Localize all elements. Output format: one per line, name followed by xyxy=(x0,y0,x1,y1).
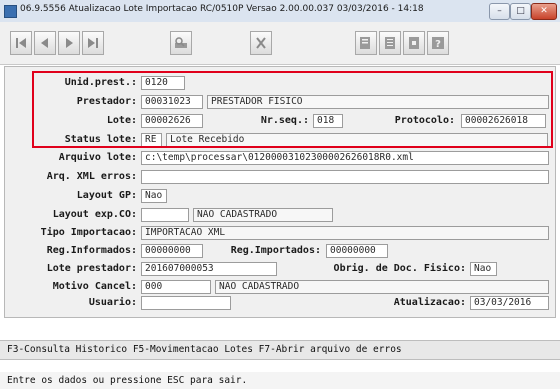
usuario-field[interactable] xyxy=(141,296,231,310)
atualizacao-label: Atualizacao: xyxy=(393,297,466,308)
arquivo-lote-field[interactable]: c:\temp\processar\0120000310230000262601… xyxy=(141,151,549,165)
lookup-icon xyxy=(175,37,187,48)
layout-exp-co-code-field[interactable] xyxy=(141,208,189,222)
layout-exp-co-label: Layout exp.CO: xyxy=(52,209,137,220)
window-title: 06.9.5556 Atualizacao Lote Importacao RC… xyxy=(20,4,424,14)
arquivo-lote-label: Arquivo lote: xyxy=(58,152,137,163)
previous-record-icon xyxy=(41,38,48,48)
reg-informados-label: Reg.Informados: xyxy=(46,245,137,256)
layout-gp-label: Layout GP: xyxy=(76,190,137,201)
next-record-icon xyxy=(66,38,73,48)
lookup-button[interactable] xyxy=(170,31,192,55)
app-icon xyxy=(4,5,17,18)
first-record-button[interactable] xyxy=(10,31,32,55)
help-button[interactable]: ? xyxy=(427,31,449,55)
arq-xml-erros-field[interactable] xyxy=(141,170,549,184)
motivo-cancel-desc-field: NAO CADASTRADO xyxy=(215,280,549,294)
minimize-button[interactable]: – xyxy=(489,3,510,20)
tipo-importacao-label: Tipo Importacao: xyxy=(40,227,137,238)
title-bar: 06.9.5556 Atualizacao Lote Importacao RC… xyxy=(0,0,560,23)
motivo-cancel-code-field[interactable]: 000 xyxy=(141,280,211,294)
last-record-icon xyxy=(88,38,98,48)
motivo-cancel-label: Motivo Cancel: xyxy=(52,281,137,292)
help-icon: ? xyxy=(432,37,444,50)
usuario-label: Usuario: xyxy=(88,297,137,308)
atualizacao-field[interactable]: 03/03/2016 xyxy=(470,296,549,310)
cancel-button[interactable] xyxy=(250,31,272,55)
exit-button[interactable] xyxy=(403,31,425,55)
tipo-importacao-field: IMPORTACAO XML xyxy=(141,226,549,240)
function-keys-bar: F3-Consulta Historico F5-Movimentacao Lo… xyxy=(0,340,560,360)
document-button[interactable] xyxy=(355,31,377,55)
exit-icon xyxy=(409,37,419,49)
reg-importados-label: Reg.Importados: xyxy=(230,245,321,256)
status-message: Entre os dados ou pressione ESC para sai… xyxy=(0,372,560,389)
first-record-icon xyxy=(16,38,26,48)
arq-xml-erros-label: Arq. XML erros: xyxy=(46,171,137,182)
svg-text:?: ? xyxy=(435,39,441,50)
previous-record-button[interactable] xyxy=(34,31,56,55)
toolbar: ? xyxy=(0,22,560,65)
maximize-button[interactable]: □ xyxy=(510,3,531,20)
highlight-box xyxy=(32,71,553,148)
list-button[interactable] xyxy=(379,31,401,55)
next-record-button[interactable] xyxy=(58,31,80,55)
cancel-icon xyxy=(256,37,266,49)
lote-prestador-label: Lote prestador: xyxy=(46,263,137,274)
obrig-doc-fisico-label: Obrig. de Doc. Fisico: xyxy=(333,263,466,274)
close-button[interactable]: ✕ xyxy=(531,3,557,20)
layout-gp-field[interactable]: Nao xyxy=(141,189,167,203)
list-icon xyxy=(385,37,395,49)
document-icon xyxy=(360,37,370,49)
reg-importados-field[interactable]: 00000000 xyxy=(326,244,388,258)
last-record-button[interactable] xyxy=(82,31,104,55)
reg-informados-field[interactable]: 00000000 xyxy=(141,244,203,258)
layout-exp-co-desc-field: NAO CADASTRADO xyxy=(193,208,333,222)
obrig-doc-fisico-field[interactable]: Nao xyxy=(470,262,497,276)
lote-prestador-field[interactable]: 201607000053 xyxy=(141,262,277,276)
